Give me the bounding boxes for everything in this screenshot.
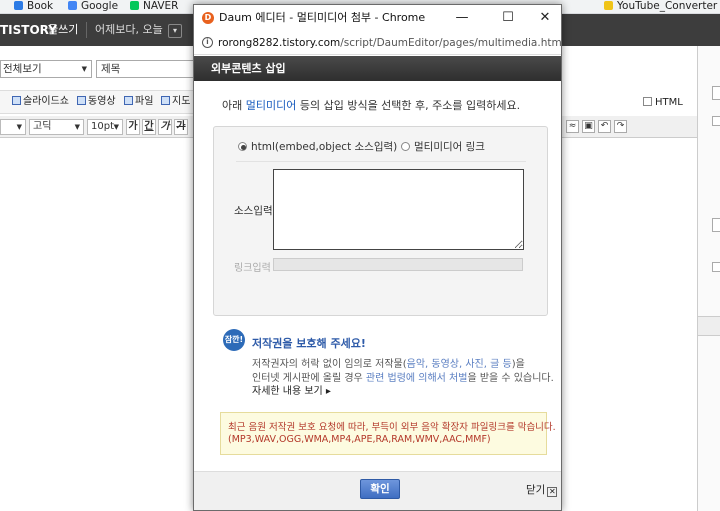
radio-multimedia-link[interactable]: 멀티미디어 링크 (401, 141, 485, 153)
save-icon[interactable]: ▣ (582, 120, 595, 133)
close-icon: ✕ (547, 487, 558, 497)
source-input-label: 소스입력 (234, 205, 273, 217)
write-label: 글쓰기 (48, 23, 79, 36)
notice-line-2: (MP3,WAV,OGG,WMA,MP4,APE,RA,RAM,WMV,AAC,… (228, 434, 491, 445)
dialog-header-title: 외부콘텐츠 삽입 (211, 62, 286, 75)
video-icon (77, 96, 86, 105)
header-divider (86, 22, 87, 38)
bookmark-naver[interactable]: NAVER (130, 0, 178, 13)
underline-button[interactable]: 간 (142, 119, 156, 135)
bold-button[interactable]: 가 (126, 119, 140, 135)
google-icon (68, 1, 77, 10)
sidebar-checkbox[interactable] (712, 262, 720, 272)
file-button[interactable]: 파일 (124, 94, 153, 110)
radio-selected-icon (238, 142, 247, 151)
redo-icon[interactable]: ↷ (614, 120, 627, 133)
bookmark-icon (14, 1, 23, 10)
more-info-link[interactable]: 자세한 내용 보기 ▸ (252, 382, 331, 397)
folder-icon (604, 1, 613, 10)
strike-button[interactable]: 가 (174, 119, 188, 135)
wait-badge-icon: 잠깐! (223, 329, 245, 351)
chevron-down-icon[interactable]: ▾ (168, 24, 182, 38)
multimedia-popup-window: D Daum 에디터 - 멀티미디어 첨부 - Chrome — ☐ ✕ i r… (193, 4, 562, 511)
sidebar-field[interactable] (712, 218, 720, 232)
minimize-icon[interactable]: — (447, 5, 477, 31)
daum-icon: D (202, 12, 214, 24)
font-select[interactable]: 고딕 ▼ (29, 119, 84, 135)
popup-window-title: Daum 에디터 - 멀티미디어 첨부 - Chrome (219, 11, 426, 24)
dropdown-arrow-icon: ▼ (113, 123, 119, 131)
bookmark-book[interactable]: Book (14, 0, 53, 13)
dropdown-arrow-icon: ▼ (74, 123, 80, 131)
instruction-text: 아래 멀티미디어 등의 삽입 방식을 선택한 후, 주소를 입력하세요. (222, 99, 521, 112)
address-bar: i rorong8282.tistory.com/script/DaumEdit… (194, 31, 561, 55)
map-icon (161, 96, 170, 105)
dropdown-arrow-icon: ▼ (16, 123, 22, 131)
radio-html-source[interactable]: html(embed,object 소스입력) (238, 141, 397, 153)
link-input-label: 링크입력 (234, 263, 271, 274)
radio-unselected-icon (401, 142, 410, 151)
category-select[interactable]: 전체보기 ▼ (0, 60, 92, 78)
info-icon[interactable]: i (202, 37, 213, 48)
dropdown-arrow-icon: ▼ (81, 65, 87, 73)
font-size-select[interactable]: 10pt ▼ (87, 119, 123, 135)
slideshow-icon (12, 96, 21, 105)
sidebar-field[interactable] (712, 86, 720, 100)
bookmark-youtube-converter[interactable]: YouTube_Converter (604, 0, 717, 13)
divider (236, 161, 526, 162)
confirm-button[interactable]: 확인 (360, 479, 400, 499)
notice-line-1: 최근 음원 저작권 보호 요청에 따라, 부득이 외부 음악 확장자 파일링크를… (228, 422, 556, 433)
undo-icon[interactable]: ↶ (598, 120, 611, 133)
close-icon[interactable]: ✕ (530, 5, 560, 31)
italic-button[interactable]: 가 (158, 119, 172, 135)
url-text[interactable]: rorong8282.tistory.com/script/DaumEditor… (218, 31, 561, 55)
right-format-toolbar (560, 116, 697, 138)
slideshow-button[interactable]: 슬라이드쇼 (12, 94, 69, 110)
title-input[interactable]: 제목 (96, 60, 206, 78)
maximize-icon[interactable]: ☐ (493, 5, 523, 31)
file-icon (124, 96, 133, 105)
source-textarea[interactable] (273, 169, 524, 250)
close-button[interactable]: 닫기 ✕ (526, 482, 558, 497)
naver-icon (130, 1, 139, 10)
sidebar-field[interactable] (712, 116, 720, 126)
style-select[interactable]: ▼ (0, 119, 26, 135)
checkbox-icon (643, 97, 652, 106)
copyright-title: 저작권을 보호해 주세요! (252, 337, 366, 350)
html-toggle[interactable]: HTML (643, 97, 683, 109)
sidebar-section-header (698, 316, 720, 336)
link-input[interactable] (273, 258, 523, 271)
bookmark-google[interactable]: Google (68, 0, 118, 13)
blog-name: 어제보다, 오늘 (95, 23, 163, 36)
map-button[interactable]: 지도 (161, 94, 190, 110)
special-char-button[interactable]: ≈ (566, 120, 579, 133)
copyright-line-1: 저작권자의 허락 없이 임의로 저작물(음악, 동영상, 사진, 글 등)을 (252, 359, 525, 370)
video-button[interactable]: 동영상 (77, 94, 116, 110)
